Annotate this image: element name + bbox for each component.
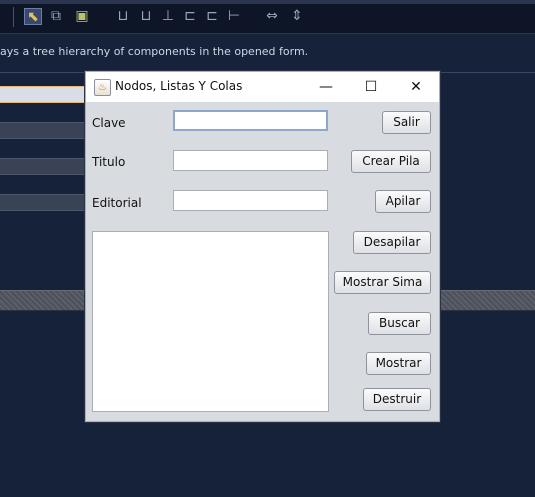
editorial-field[interactable] (173, 190, 328, 211)
clave-label: Clave (92, 116, 126, 130)
change-horizontal-resizability-icon[interactable]: ⇔ (263, 8, 281, 25)
property-bar-1 (0, 86, 87, 103)
align-top-icon[interactable]: ⊏ (181, 8, 199, 25)
apilar-button[interactable]: Apilar (375, 190, 431, 213)
ide-toolbar: ⬉ ⧉ ▣ ⊔ ⊔ ⊥ ⊏ ⊏ ⊢ ⇔ ⇕ (0, 0, 535, 34)
destruir-button[interactable]: Destruir (363, 388, 431, 411)
output-text-area[interactable] (92, 231, 329, 412)
change-vertical-resizability-icon[interactable]: ⇕ (288, 8, 306, 25)
connection-mode-icon[interactable]: ⧉ (47, 8, 65, 25)
mostrar-button[interactable]: Mostrar (366, 352, 431, 375)
titulo-field[interactable] (173, 150, 328, 171)
clave-field[interactable] (173, 110, 328, 131)
navigator-hint-text: ays a tree hierarchy of components in th… (0, 45, 309, 58)
salir-button[interactable]: Salir (382, 111, 431, 134)
titulo-label: Titulo (92, 155, 126, 169)
center-horizontally-icon[interactable]: ⊥ (159, 8, 177, 25)
align-bottom-icon[interactable]: ⊏ (203, 8, 221, 25)
preview-design-icon[interactable]: ▣ (73, 8, 91, 25)
crear-pila-button[interactable]: Crear Pila (351, 150, 431, 173)
window-title: Nodos, Listas Y Colas (115, 79, 243, 93)
toolbar-separator (13, 7, 14, 27)
buscar-button[interactable]: Buscar (368, 312, 431, 335)
close-button[interactable]: ✕ (393, 72, 439, 102)
ide-top-strip (0, 0, 535, 4)
property-bar-2 (0, 122, 87, 139)
mostrar-sima-button[interactable]: Mostrar Sima (334, 271, 431, 294)
property-bar-3 (0, 158, 87, 175)
selection-mode-icon[interactable]: ⬉ (24, 8, 42, 25)
app-window: ♨ Nodos, Listas Y Colas — ☐ ✕ Clave Sali… (85, 71, 440, 422)
desapilar-button[interactable]: Desapilar (353, 231, 431, 254)
minimize-button[interactable]: — (303, 72, 349, 102)
align-right-icon[interactable]: ⊔ (137, 8, 155, 25)
title-bar[interactable]: ♨ Nodos, Listas Y Colas — ☐ ✕ (86, 72, 439, 102)
maximize-button[interactable]: ☐ (348, 72, 394, 102)
java-cup-icon: ♨ (94, 79, 111, 96)
editorial-label: Editorial (92, 196, 142, 210)
center-vertically-icon[interactable]: ⊢ (225, 8, 243, 25)
align-left-icon[interactable]: ⊔ (114, 8, 132, 25)
property-bar-4 (0, 194, 87, 211)
